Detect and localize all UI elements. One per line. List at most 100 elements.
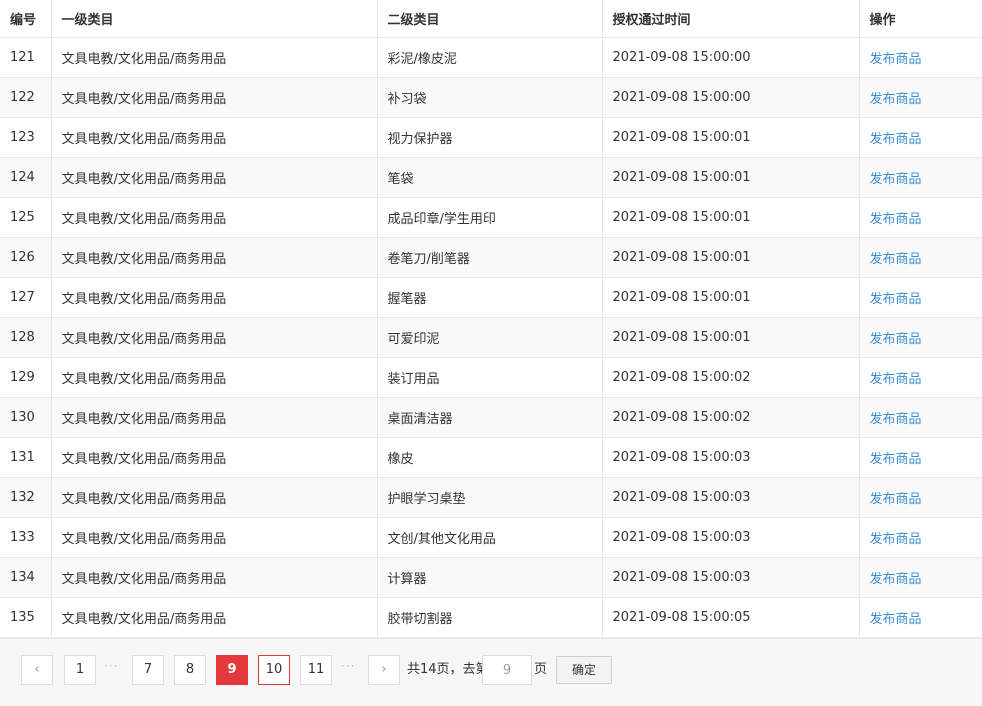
confirm-goto-button[interactable]: 确定 [556,656,612,684]
table-row: 127 文具电教/文化用品/商务用品 握笔器 2021-09-08 15:00:01 发… [0,277,982,318]
total-pages-label: 共14页，去第 [407,662,489,677]
cell-auth-time: 2021-09-08 15:00:01 [602,197,860,238]
cell-category-l1: 文具电教/文化用品/商务用品 [51,397,378,438]
cell-auth-time: 2021-09-08 15:00:03 [602,477,860,518]
page-ellipsis-right: ··· [341,659,356,673]
cell-category-l1: 文具电教/文化用品/商务用品 [51,237,378,278]
cell-action: 发布商品 [859,237,982,278]
cell-category-l1: 文具电教/文化用品/商务用品 [51,197,378,238]
table-row: 135 文具电教/文化用品/商务用品 胶带切割器 2021-09-08 15:00:0… [0,597,982,638]
cell-id: 126 [0,237,52,278]
cell-auth-time: 2021-09-08 15:00:01 [602,277,860,318]
cell-action: 发布商品 [859,557,982,598]
cell-action: 发布商品 [859,597,982,638]
cell-category-l1: 文具电教/文化用品/商务用品 [51,477,378,518]
page-button-7[interactable]: 7 [132,655,164,685]
publish-product-link[interactable]: 发布商品 [870,572,922,587]
publish-product-link[interactable]: 发布商品 [870,252,922,267]
table-row: 129 文具电教/文化用品/商务用品 装订用品 2021-09-08 15:00:02… [0,357,982,398]
cell-action: 发布商品 [859,117,982,158]
cell-auth-time: 2021-09-08 15:00:03 [602,557,860,598]
cell-category-l1: 文具电教/文化用品/商务用品 [51,437,378,478]
publish-product-link[interactable]: 发布商品 [870,212,922,227]
cell-action: 发布商品 [859,357,982,398]
table-row: 124 文具电教/文化用品/商务用品 笔袋 2021-09-08 15:00:01 发布… [0,157,982,198]
cell-category-l1: 文具电教/文化用品/商务用品 [51,157,378,198]
page-button-8[interactable]: 8 [174,655,206,685]
cell-id: 124 [0,157,52,198]
cell-category-l2: 装订用品 [377,357,603,398]
publish-product-link[interactable]: 发布商品 [870,52,922,67]
cell-category-l1: 文具电教/文化用品/商务用品 [51,557,378,598]
publish-product-link[interactable]: 发布商品 [870,132,922,147]
cell-category-l2: 视力保护器 [377,117,603,158]
cell-category-l1: 文具电教/文化用品/商务用品 [51,597,378,638]
page-button-9-current[interactable]: 9 [216,655,248,685]
cell-category-l1: 文具电教/文化用品/商务用品 [51,277,378,318]
page-button-10[interactable]: 10 [258,655,290,685]
header-auth-time: 授权通过时间 [602,0,860,38]
cell-action: 发布商品 [859,477,982,518]
cell-id: 129 [0,357,52,398]
cell-id: 128 [0,317,52,358]
cell-action: 发布商品 [859,397,982,438]
table-row: 121 文具电教/文化用品/商务用品 彩泥/橡皮泥 2021-09-08 15:00:… [0,37,982,78]
cell-id: 131 [0,437,52,478]
publish-product-link[interactable]: 发布商品 [870,532,922,547]
page-suffix-label: 页 [534,662,548,677]
cell-category-l2: 成品印章/学生用印 [377,197,603,238]
cell-id: 123 [0,117,52,158]
cell-category-l2: 计算器 [377,557,603,598]
chevron-left-icon: ‹ [34,662,40,677]
cell-category-l1: 文具电教/文化用品/商务用品 [51,357,378,398]
table-row: 132 文具电教/文化用品/商务用品 护眼学习桌垫 2021-09-08 15:00:… [0,477,982,518]
cell-action: 发布商品 [859,517,982,558]
page-ellipsis-left: ··· [104,659,119,673]
cell-id: 134 [0,557,52,598]
cell-category-l2: 可爱印泥 [377,317,603,358]
cell-action: 发布商品 [859,437,982,478]
cell-auth-time: 2021-09-08 15:00:00 [602,77,860,118]
table-row: 133 文具电教/文化用品/商务用品 文创/其他文化用品 2021-09-08 15:… [0,517,982,558]
publish-product-link[interactable]: 发布商品 [870,612,922,627]
goto-page-input[interactable] [482,655,532,685]
cell-category-l1: 文具电教/文化用品/商务用品 [51,517,378,558]
cell-auth-time: 2021-09-08 15:00:03 [602,437,860,478]
page-button-1[interactable]: 1 [64,655,96,685]
publish-product-link[interactable]: 发布商品 [870,412,922,427]
table-body: 121 文具电教/文化用品/商务用品 彩泥/橡皮泥 2021-09-08 15:00:… [0,37,982,638]
publish-product-link[interactable]: 发布商品 [870,452,922,467]
publish-product-link[interactable]: 发布商品 [870,332,922,347]
header-category-l2: 二级类目 [377,0,603,38]
cell-auth-time: 2021-09-08 15:00:02 [602,357,860,398]
cell-category-l1: 文具电教/文化用品/商务用品 [51,77,378,118]
publish-product-link[interactable]: 发布商品 [870,92,922,107]
cell-category-l2: 护眼学习桌垫 [377,477,603,518]
cell-action: 发布商品 [859,197,982,238]
publish-product-link[interactable]: 发布商品 [870,172,922,187]
publish-product-link[interactable]: 发布商品 [870,292,922,307]
cell-action: 发布商品 [859,77,982,118]
category-auth-page: 编号 一级类目 二级类目 授权通过时间 操作 121 文具电教/文化用品/商务用品… [0,0,982,706]
cell-category-l1: 文具电教/文化用品/商务用品 [51,117,378,158]
publish-product-link[interactable]: 发布商品 [870,372,922,387]
cell-category-l2: 胶带切割器 [377,597,603,638]
chevron-right-icon: › [381,662,387,677]
pagination-bar: ‹ 1 ··· 7 8 9 10 11 ··· › 共14页，去第 页 确定 [0,638,982,706]
next-page-button[interactable]: › [368,655,400,685]
cell-auth-time: 2021-09-08 15:00:01 [602,237,860,278]
prev-page-button[interactable]: ‹ [21,655,53,685]
cell-category-l1: 文具电教/文化用品/商务用品 [51,317,378,358]
cell-id: 135 [0,597,52,638]
cell-id: 121 [0,37,52,78]
table-row: 126 文具电教/文化用品/商务用品 卷笔刀/削笔器 2021-09-08 15:00… [0,237,982,278]
table-row: 134 文具电教/文化用品/商务用品 计算器 2021-09-08 15:00:03 发… [0,557,982,598]
cell-category-l2: 橡皮 [377,437,603,478]
cell-action: 发布商品 [859,157,982,198]
publish-product-link[interactable]: 发布商品 [870,492,922,507]
cell-id: 125 [0,197,52,238]
table-row: 130 文具电教/文化用品/商务用品 桌面清洁器 2021-09-08 15:00:0… [0,397,982,438]
table-row: 122 文具电教/文化用品/商务用品 补习袋 2021-09-08 15:00:00 发… [0,77,982,118]
cell-auth-time: 2021-09-08 15:00:01 [602,317,860,358]
page-button-11[interactable]: 11 [300,655,332,685]
